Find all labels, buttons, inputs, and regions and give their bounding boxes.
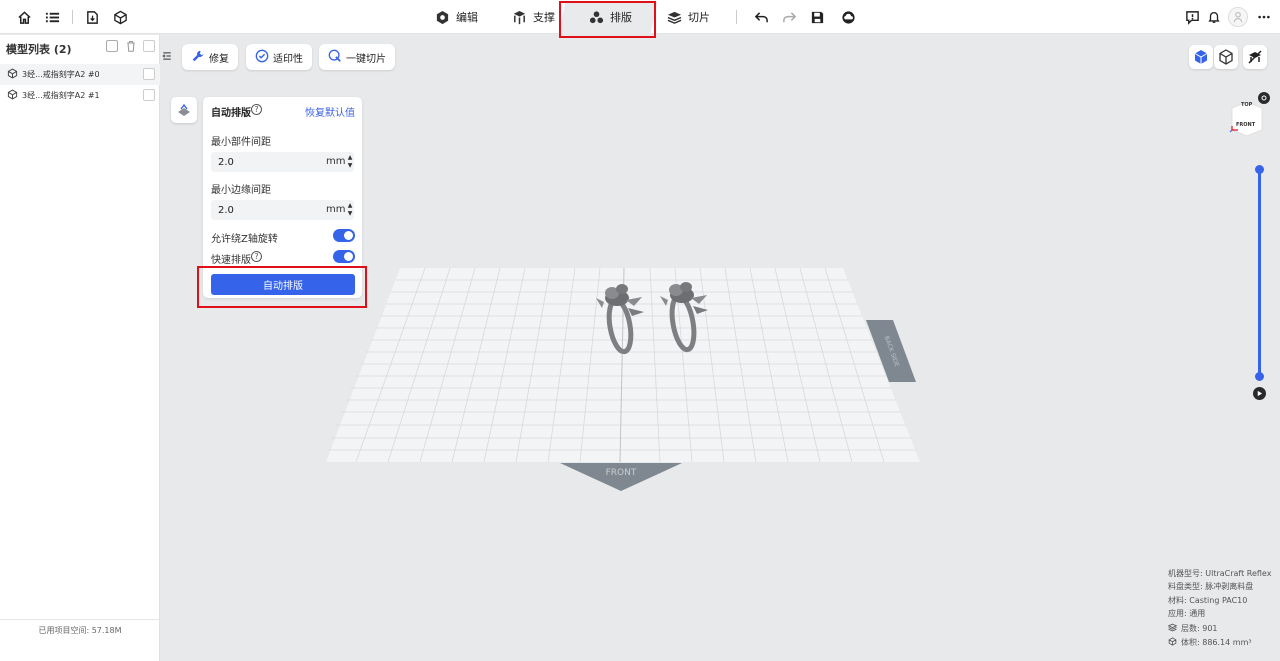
tab-slice-label: 切片	[688, 11, 710, 24]
solid-cube-icon	[1194, 50, 1208, 64]
help-icon[interactable]: ?	[251, 104, 262, 115]
solid-view-button[interactable]	[1189, 45, 1213, 69]
auto-layout-panel: 自动排版 ? 恢复默认值 最小部件间距 mm ▲▼ 最小边缘间距 mm ▲▼ 允…	[203, 97, 362, 298]
panel-title: 自动排版	[211, 108, 251, 119]
layout-icon	[588, 9, 604, 25]
tab-layout-label: 排版	[610, 11, 632, 24]
layer-slider-top-handle[interactable]	[1255, 165, 1264, 174]
hide-supports-button[interactable]	[1243, 45, 1267, 69]
model-cube-icon	[7, 68, 18, 81]
model-list-title: 模型列表 (2)	[6, 43, 72, 56]
top-bar: 编辑 支撑 排版 切片	[0, 0, 1280, 34]
model-cube-icon	[7, 89, 18, 102]
layers-text: 层数: 901	[1181, 624, 1218, 633]
layers-info: 层数: 901	[1167, 623, 1218, 634]
tab-layout[interactable]: 排版	[588, 0, 632, 34]
list-item-label: 3经...戒指刻字A2 #1	[22, 91, 100, 100]
min-edge-spacing-input[interactable]	[218, 203, 308, 217]
min-part-spacing-input[interactable]	[218, 155, 308, 169]
spinner-arrows-icon[interactable]: ▲ ▼	[346, 154, 354, 170]
min-part-spacing-field: mm ▲▼	[211, 152, 354, 172]
tab-edit-label: 编辑	[456, 11, 478, 24]
application-info: 应用: 通用	[1168, 609, 1206, 618]
printability-label: 适印性	[273, 53, 303, 65]
edit-hexagon-icon	[434, 9, 450, 25]
avatar[interactable]	[1228, 7, 1248, 27]
wire-cube-icon	[1219, 49, 1233, 65]
tab-support-label: 支撑	[533, 11, 555, 24]
min-edge-spacing-field: mm ▲▼	[211, 200, 354, 220]
repair-label: 修复	[209, 53, 229, 65]
auto-layout-button[interactable]: 自动排版	[211, 274, 355, 295]
volume-cube-icon	[1168, 637, 1177, 648]
printability-icon	[255, 49, 269, 66]
fast-layout-toggle[interactable]	[333, 250, 355, 263]
machine-model-info: 机器型号: UltraCraft Reflex	[1168, 569, 1272, 578]
play-icon[interactable]	[1253, 387, 1266, 400]
redo-icon[interactable]	[779, 7, 799, 27]
storage-usage: 已用项目空间: 57.18M	[0, 619, 160, 661]
home-icon[interactable]	[14, 7, 34, 27]
repair-button[interactable]: 修复	[182, 44, 238, 70]
trash-icon[interactable]	[125, 40, 137, 52]
fast-layout-label: 快速排版	[211, 255, 251, 266]
list-item-label: 3经...戒指刻字A2 #0	[22, 70, 100, 79]
layer-slider-bottom-handle[interactable]	[1255, 372, 1264, 381]
collapse-icon	[162, 52, 171, 60]
view-cube[interactable]: TOP FRONT	[1228, 98, 1266, 138]
collapse-sidebar-button[interactable]	[160, 48, 174, 64]
list-item-checkbox[interactable]	[143, 68, 155, 80]
tab-support[interactable]: 支撑	[511, 0, 555, 34]
select-area-icon[interactable]	[106, 40, 118, 52]
toolbar-divider	[736, 10, 737, 24]
list-item-checkbox[interactable]	[143, 89, 155, 101]
tray-type-info: 料盘类型: 脉冲剥离料盘	[1168, 582, 1254, 591]
printability-button[interactable]: 适印性	[246, 44, 312, 70]
support-icon	[511, 9, 527, 25]
model-list-sidebar: 模型列表 (2) 3经...戒指刻字A2 #0 3经...戒指刻字A2 #1 已…	[0, 35, 160, 661]
tab-edit[interactable]: 编辑	[434, 0, 478, 34]
menu-list-icon[interactable]	[42, 7, 62, 27]
cloud-icon[interactable]	[838, 7, 858, 27]
slice-layers-icon	[666, 9, 682, 25]
list-item[interactable]: 3经...戒指刻字A2 #1	[0, 85, 160, 106]
spinner-arrows-icon[interactable]: ▲ ▼	[346, 202, 354, 218]
one-click-slice-button[interactable]: 一键切片	[319, 44, 395, 70]
wireframe-view-button[interactable]	[1214, 45, 1238, 69]
layout-tray-icon	[178, 103, 190, 116]
hide-support-icon	[1248, 50, 1262, 64]
layers-icon	[1167, 623, 1178, 634]
view-cube-front-label: FRONT	[1236, 122, 1256, 128]
reset-default-link[interactable]: 恢复默认值	[305, 104, 355, 119]
min-edge-spacing-label: 最小边缘间距	[211, 185, 271, 196]
list-item[interactable]: 3经...戒指刻字A2 #0	[0, 64, 160, 85]
undo-icon[interactable]	[751, 7, 771, 27]
allow-z-rotation-toggle[interactable]	[333, 229, 355, 242]
save-icon[interactable]	[807, 7, 827, 27]
help-icon[interactable]: ?	[251, 251, 262, 262]
min-part-spacing-label: 最小部件间距	[211, 137, 271, 148]
feedback-icon[interactable]	[1182, 7, 1202, 27]
one-click-slice-icon	[328, 49, 342, 66]
volume-text: 体积: 886.14 mm³	[1181, 638, 1252, 647]
layer-slider-track[interactable]	[1258, 168, 1261, 376]
repair-wrench-icon	[191, 49, 205, 66]
auto-layout-panel-toggle[interactable]	[171, 97, 197, 123]
select-all-checkbox[interactable]	[143, 40, 155, 52]
material-info: 材料: Casting PAC10	[1168, 596, 1248, 605]
unit-label: mm	[326, 204, 346, 215]
one-click-slice-label: 一键切片	[346, 53, 386, 65]
bell-icon[interactable]	[1204, 7, 1224, 27]
allow-z-rotation-label: 允许绕Z轴旋转	[211, 234, 278, 245]
view-cube-top-label: TOP	[1241, 102, 1253, 108]
tab-slice[interactable]: 切片	[666, 0, 710, 34]
front-marker-label: FRONT	[606, 468, 637, 478]
volume-info: 体积: 886.14 mm³	[1168, 637, 1252, 648]
import-file-icon[interactable]	[82, 7, 102, 27]
more-icon[interactable]	[1254, 7, 1274, 27]
toolbar-divider	[72, 10, 73, 24]
unit-label: mm	[326, 156, 346, 167]
model-cube-icon[interactable]	[110, 7, 130, 27]
